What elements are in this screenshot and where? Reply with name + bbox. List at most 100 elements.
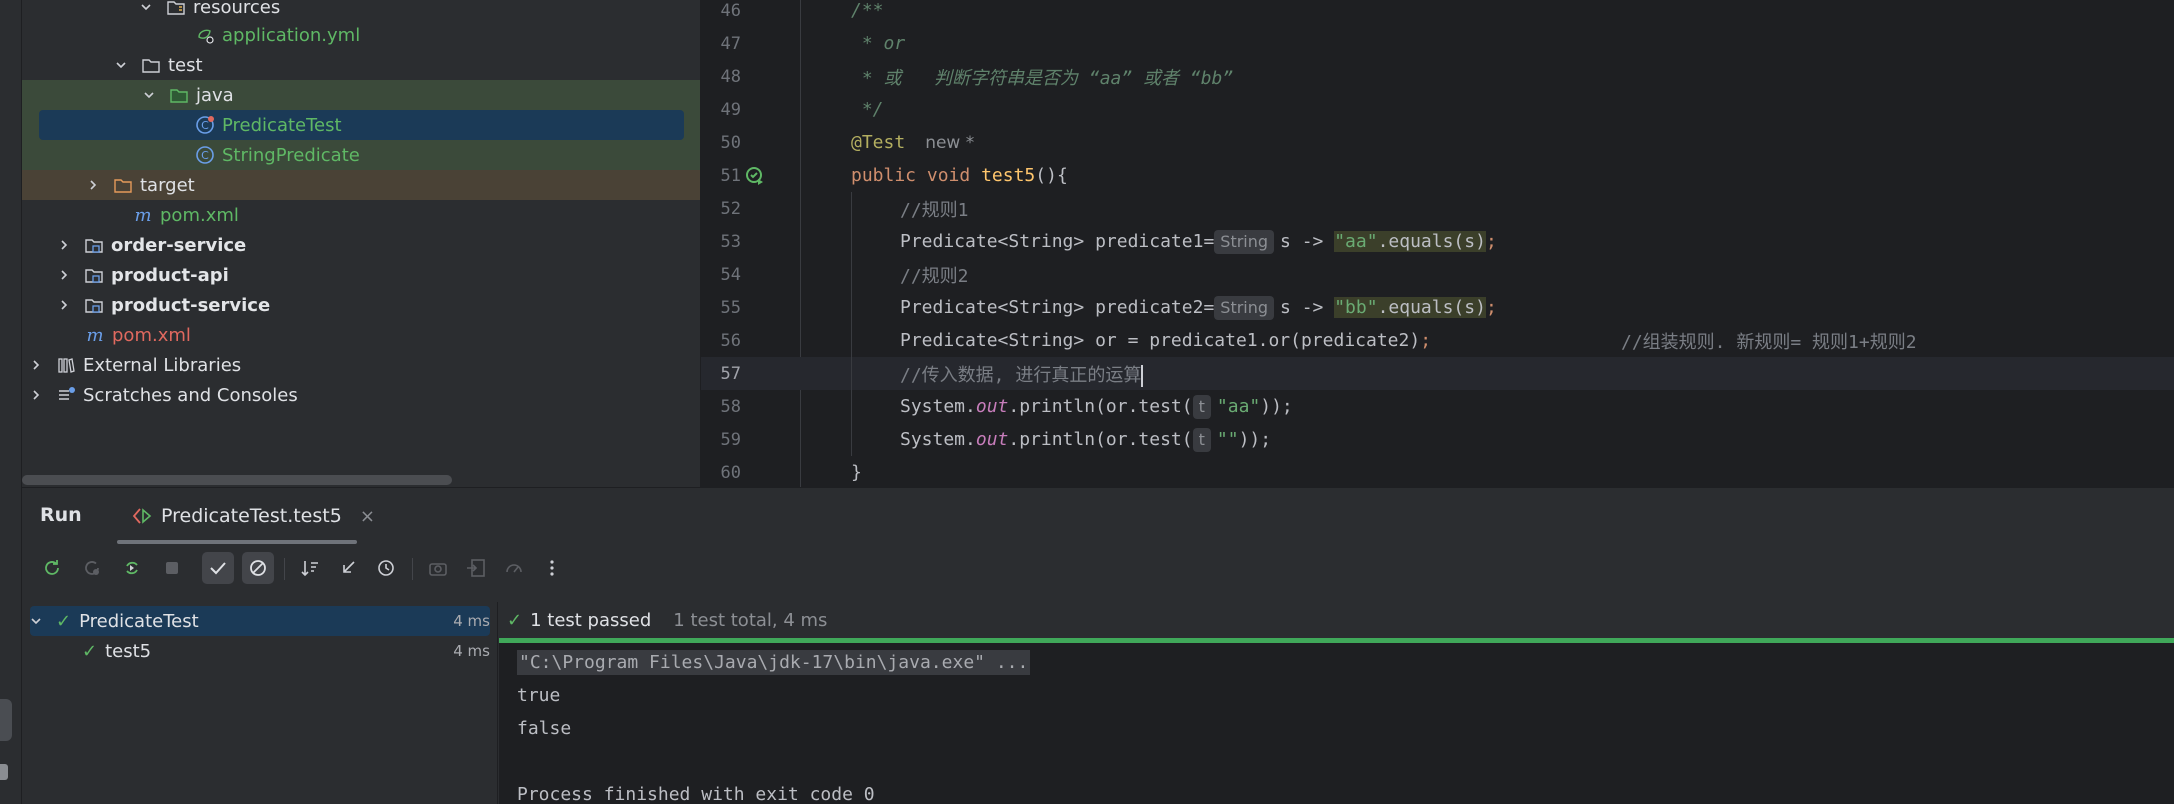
doc-comment: /** bbox=[851, 0, 884, 21]
tree-item-java[interactable]: java bbox=[22, 80, 700, 110]
auto-rerun-icon bbox=[126, 561, 138, 575]
method-call: .println(or.test( bbox=[1008, 428, 1193, 450]
tree-item-test[interactable]: test bbox=[22, 50, 700, 80]
module-icon bbox=[83, 294, 105, 316]
test-history-button[interactable] bbox=[370, 552, 402, 584]
line-number: 51 bbox=[720, 165, 741, 186]
tree-item-root-pom-xml[interactable]: m pom.xml bbox=[22, 320, 700, 350]
screenshot-button[interactable] bbox=[422, 552, 454, 584]
tree-item-target[interactable]: target bbox=[22, 170, 700, 200]
parameter-name-hint: t bbox=[1192, 394, 1211, 419]
tree-item-product-service[interactable]: product-service bbox=[22, 290, 700, 320]
chevron-down-icon[interactable] bbox=[112, 56, 130, 74]
collapse-all-button[interactable] bbox=[332, 552, 364, 584]
tree-item-order-service[interactable]: order-service bbox=[22, 230, 700, 260]
chevron-right-icon[interactable] bbox=[55, 236, 73, 254]
parameter-type-hint: String bbox=[1214, 229, 1275, 254]
code-editor[interactable]: 46 /** 47 * or 48 * 或 判断字符串是否为 “aa” 或者 “… bbox=[701, 0, 2174, 487]
punctuation: )); bbox=[1260, 395, 1293, 417]
tree-item-pom-xml[interactable]: m pom.xml bbox=[22, 200, 700, 230]
chevron-right-icon[interactable] bbox=[27, 386, 45, 404]
console-line: false bbox=[517, 718, 572, 739]
indent-guide bbox=[851, 192, 852, 225]
chevron-down-icon[interactable] bbox=[140, 86, 158, 104]
close-icon[interactable]: × bbox=[360, 506, 375, 527]
import-icon bbox=[467, 559, 485, 577]
line-number: 60 bbox=[720, 462, 741, 483]
test-duration: 4 ms bbox=[453, 612, 490, 630]
code-line: 47 * or bbox=[701, 27, 2174, 60]
tool-window-button[interactable] bbox=[0, 699, 12, 741]
variable: predicate2= bbox=[1084, 296, 1215, 318]
tree-item-label: External Libraries bbox=[83, 354, 242, 376]
parameter-type-hint: String bbox=[1214, 295, 1275, 320]
string-literal: "aa" bbox=[1334, 230, 1378, 252]
console-line: Process finished with exit code 0 bbox=[517, 784, 875, 804]
line-number: 46 bbox=[720, 0, 741, 21]
method-call: .equals(s) bbox=[1377, 230, 1486, 252]
semicolon: ; bbox=[1420, 330, 1432, 351]
more-options-button[interactable] bbox=[536, 552, 568, 584]
tool-window-button-small[interactable] bbox=[0, 764, 8, 780]
active-tab-indicator bbox=[117, 540, 357, 544]
tests-total-label: 1 test total, 4 ms bbox=[673, 609, 828, 631]
import-tests-button[interactable] bbox=[460, 552, 492, 584]
run-configuration-tab[interactable]: PredicateTest.test5 × bbox=[117, 488, 389, 544]
rerun-failed-button[interactable] bbox=[76, 552, 108, 584]
tree-item-label: resources bbox=[193, 0, 281, 18]
chevron-down-icon[interactable] bbox=[137, 0, 155, 16]
tree-item-predicatetest[interactable]: C PredicateTest bbox=[22, 110, 700, 140]
chevron-right-icon[interactable] bbox=[27, 356, 45, 374]
punctuation: (){ bbox=[1035, 165, 1068, 186]
line-number: 55 bbox=[720, 297, 741, 318]
module-icon bbox=[83, 234, 105, 256]
tree-item-application-yml[interactable]: application.yml bbox=[22, 20, 700, 50]
tab-label: PredicateTest.test5 bbox=[161, 505, 342, 527]
toggle-auto-test-button[interactable] bbox=[116, 552, 148, 584]
show-passed-toggle[interactable] bbox=[202, 552, 234, 584]
lambda: s -> bbox=[1280, 230, 1335, 252]
tree-item-product-api[interactable]: product-api bbox=[22, 260, 700, 290]
svg-text:m: m bbox=[134, 205, 151, 225]
tree-item-resources[interactable]: resources bbox=[22, 0, 700, 22]
test-suite-row[interactable]: ✓ PredicateTest 4 ms bbox=[30, 606, 490, 636]
tests-passed-label: 1 test passed bbox=[530, 609, 652, 631]
chevron-right-icon[interactable] bbox=[55, 296, 73, 314]
sort-icon bbox=[301, 561, 318, 577]
tree-item-label: product-service bbox=[111, 294, 271, 316]
excluded-folder-icon bbox=[112, 174, 134, 196]
console-output[interactable]: ✓ 1 test passed 1 test total, 4 ms "C:\P… bbox=[499, 602, 2174, 804]
test-case-name: test5 bbox=[105, 640, 152, 662]
coverage-button[interactable] bbox=[498, 552, 530, 584]
rerun-button[interactable] bbox=[36, 552, 68, 584]
type-name: Predicate<String> bbox=[900, 330, 1085, 351]
line-number: 48 bbox=[720, 66, 741, 87]
string-literal: "aa" bbox=[1216, 395, 1261, 417]
doc-comment: */ bbox=[851, 99, 884, 120]
static-field: out bbox=[975, 428, 1009, 450]
line-comment: //规则1 bbox=[900, 199, 969, 221]
variable: predicate1= bbox=[1084, 230, 1215, 252]
type-name: Predicate<String> bbox=[900, 230, 1085, 252]
method-call: .println(or.test( bbox=[1008, 395, 1193, 417]
passed-check-icon: ✓ bbox=[82, 640, 98, 662]
tree-item-stringpredicate[interactable]: C StringPredicate bbox=[22, 140, 700, 170]
chevron-right-icon[interactable] bbox=[84, 176, 102, 194]
tree-item-external-libraries[interactable]: External Libraries bbox=[22, 350, 700, 380]
line-number: 59 bbox=[720, 429, 741, 450]
tree-item-scratches[interactable]: Scratches and Consoles bbox=[22, 380, 700, 410]
test-case-row[interactable]: ✓ test5 4 ms bbox=[30, 636, 490, 666]
horizontal-scrollbar[interactable] bbox=[22, 475, 452, 485]
show-ignored-toggle[interactable] bbox=[242, 552, 274, 584]
run-test-gutter-icon[interactable] bbox=[745, 166, 765, 186]
stop-button[interactable] bbox=[156, 552, 188, 584]
libraries-icon bbox=[55, 354, 77, 376]
tree-item-label: pom.xml bbox=[112, 324, 191, 346]
console-line: true bbox=[517, 685, 561, 706]
sort-button[interactable] bbox=[294, 552, 326, 584]
chevron-right-icon[interactable] bbox=[55, 266, 73, 284]
test-progress-bar bbox=[499, 638, 2174, 643]
chevron-down-icon[interactable] bbox=[30, 615, 48, 627]
usage-inlay-hint[interactable]: new * bbox=[925, 133, 974, 153]
semicolon: ; bbox=[1485, 296, 1497, 318]
